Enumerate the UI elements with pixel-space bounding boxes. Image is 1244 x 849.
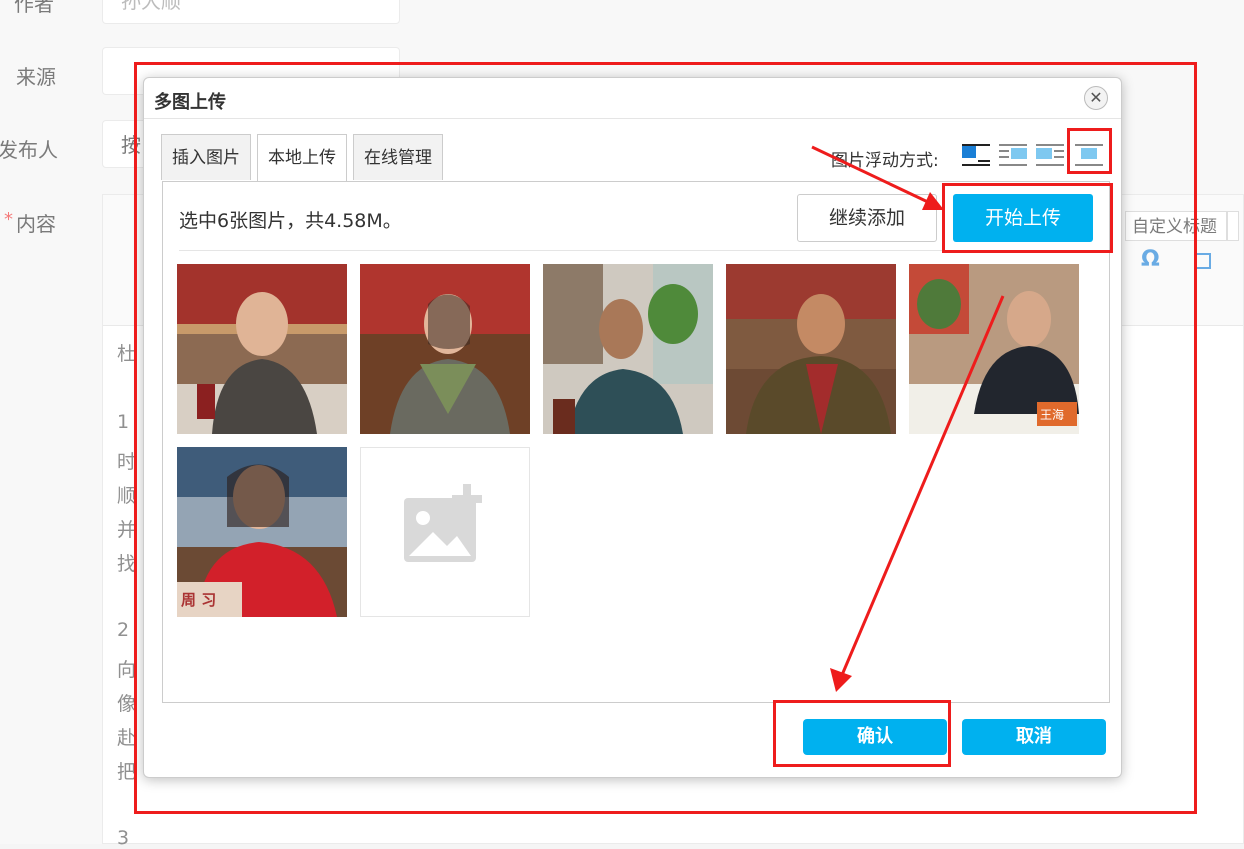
annotation-arrow xyxy=(811,145,931,205)
annotation-arrowhead xyxy=(830,668,852,692)
annotation-arrow xyxy=(840,295,1005,676)
annotation-arrows xyxy=(811,145,1005,692)
